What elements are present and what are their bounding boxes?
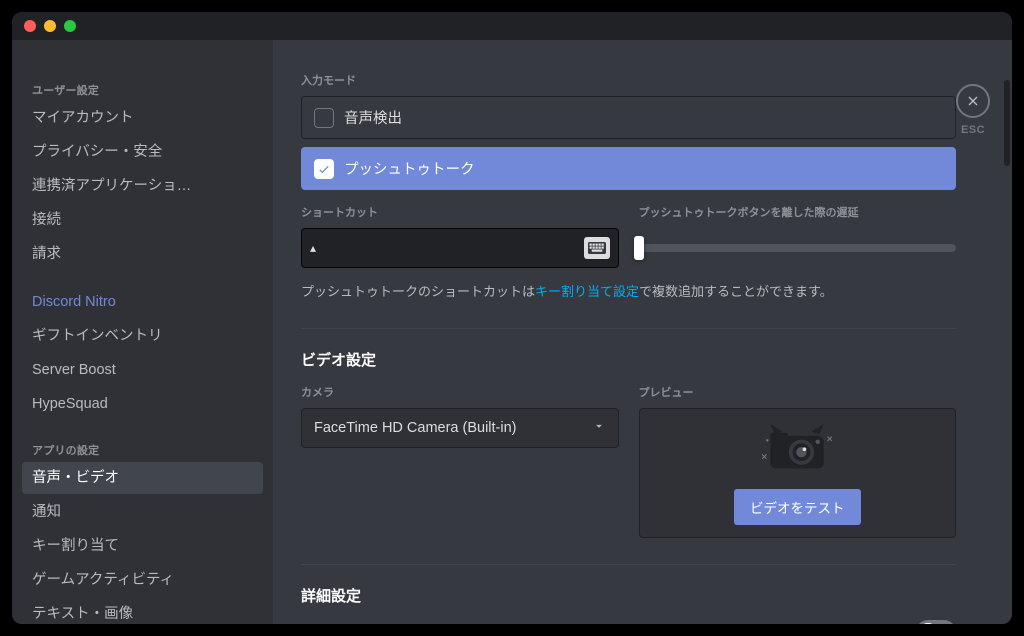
checkbox-icon [314, 108, 334, 128]
sidebar-heading: ユーザー設定 [22, 76, 263, 102]
ptt-delay-slider[interactable] [639, 228, 957, 268]
keyboard-icon [584, 237, 610, 259]
video-preview-box: ビデオをテスト [639, 408, 957, 538]
close-button[interactable] [956, 84, 990, 118]
preview-heading: プレビュー [639, 384, 957, 400]
app-body: ユーザー設定マイアカウントプライバシー・安全連携済アプリケーショ…接続請求 Dis… [12, 40, 1012, 624]
divider [301, 328, 956, 329]
sidebar-item[interactable]: HypeSquad [22, 388, 263, 420]
chevron-down-icon [592, 419, 606, 437]
sidebar-item[interactable]: テキスト・画像 [22, 598, 263, 624]
camera-heading: カメラ [301, 384, 619, 400]
divider [301, 564, 956, 565]
ptt-delay-heading: プッシュトゥトークボタンを離した際の遅延 [639, 204, 957, 220]
shortcut-recorder[interactable]: ▴ [301, 228, 619, 268]
sidebar-item[interactable]: ゲームアクティビティ [22, 564, 263, 596]
sidebar-item[interactable]: 音声・ビデオ [22, 462, 263, 494]
sidebar-item[interactable]: キー割り当て [22, 530, 263, 562]
radio-label: 音声検出 [344, 107, 402, 128]
advanced-settings-title: 詳細設定 [301, 585, 956, 606]
scrollbar-thumb[interactable] [1004, 80, 1010, 166]
sidebar-item[interactable]: 接続 [22, 204, 263, 236]
keybind-settings-link[interactable]: キー割り当て設定 [535, 284, 639, 299]
camera-select[interactable]: FaceTime HD Camera (Built-in) [301, 408, 619, 448]
sidebar-item[interactable]: 請求 [22, 238, 263, 270]
noise-suppression-label: ノイズ抑制 ベータ [301, 621, 413, 624]
input-mode-voice-activity[interactable]: 音声検出 [301, 96, 956, 139]
checkbox-icon [314, 159, 334, 179]
window-zoom-dot[interactable] [64, 20, 76, 32]
sidebar-item[interactable]: Server Boost [22, 354, 263, 386]
shortcut-hint: プッシュトゥトークのショートカットはキー割り当て設定で複数追加することができます… [301, 282, 956, 302]
input-mode-heading: 入力モード [301, 72, 956, 88]
window-minimize-dot[interactable] [44, 20, 56, 32]
sidebar-item[interactable]: マイアカウント [22, 102, 263, 134]
sidebar-heading: アプリの設定 [22, 436, 263, 462]
window-close-dot[interactable] [24, 20, 36, 32]
radio-label: プッシュトゥトーク [344, 158, 475, 179]
esc-label: ESC [956, 124, 990, 136]
settings-content: 入力モード 音声検出 プッシュトゥトーク ショートカット [273, 40, 1012, 624]
close-icon [965, 93, 981, 109]
sidebar-item[interactable]: 通知 [22, 496, 263, 528]
sidebar-item[interactable]: Discord Nitro [22, 286, 263, 318]
chevron-up-icon: ▴ [310, 241, 316, 255]
sidebar-item[interactable]: ギフトインベントリ [22, 320, 263, 352]
sidebar-item[interactable]: プライバシー・安全 [22, 136, 263, 168]
toggle-knob [919, 623, 937, 625]
input-mode-push-to-talk[interactable]: プッシュトゥトーク [301, 147, 956, 190]
app-window: ユーザー設定マイアカウントプライバシー・安全連携済アプリケーショ…接続請求 Dis… [12, 12, 1012, 624]
window-titlebar [12, 12, 1012, 40]
settings-sidebar: ユーザー設定マイアカウントプライバシー・安全連携済アプリケーショ…接続請求 Dis… [12, 40, 273, 624]
sidebar-item[interactable]: 連携済アプリケーショ… [22, 170, 263, 202]
slider-thumb[interactable] [634, 236, 644, 260]
noise-suppression-row: ノイズ抑制 ベータ [301, 620, 956, 625]
shortcut-heading: ショートカット [301, 204, 619, 220]
content-scroll[interactable]: 入力モード 音声検出 プッシュトゥトーク ショートカット [301, 40, 956, 624]
noise-suppression-toggle[interactable] [916, 620, 956, 625]
camera-illustration-icon [757, 421, 837, 473]
video-settings-title: ビデオ設定 [301, 349, 956, 370]
close-settings: ESC [956, 84, 990, 136]
camera-selected-value: FaceTime HD Camera (Built-in) [314, 420, 517, 436]
test-video-button[interactable]: ビデオをテスト [734, 489, 861, 525]
slider-track [639, 244, 957, 252]
